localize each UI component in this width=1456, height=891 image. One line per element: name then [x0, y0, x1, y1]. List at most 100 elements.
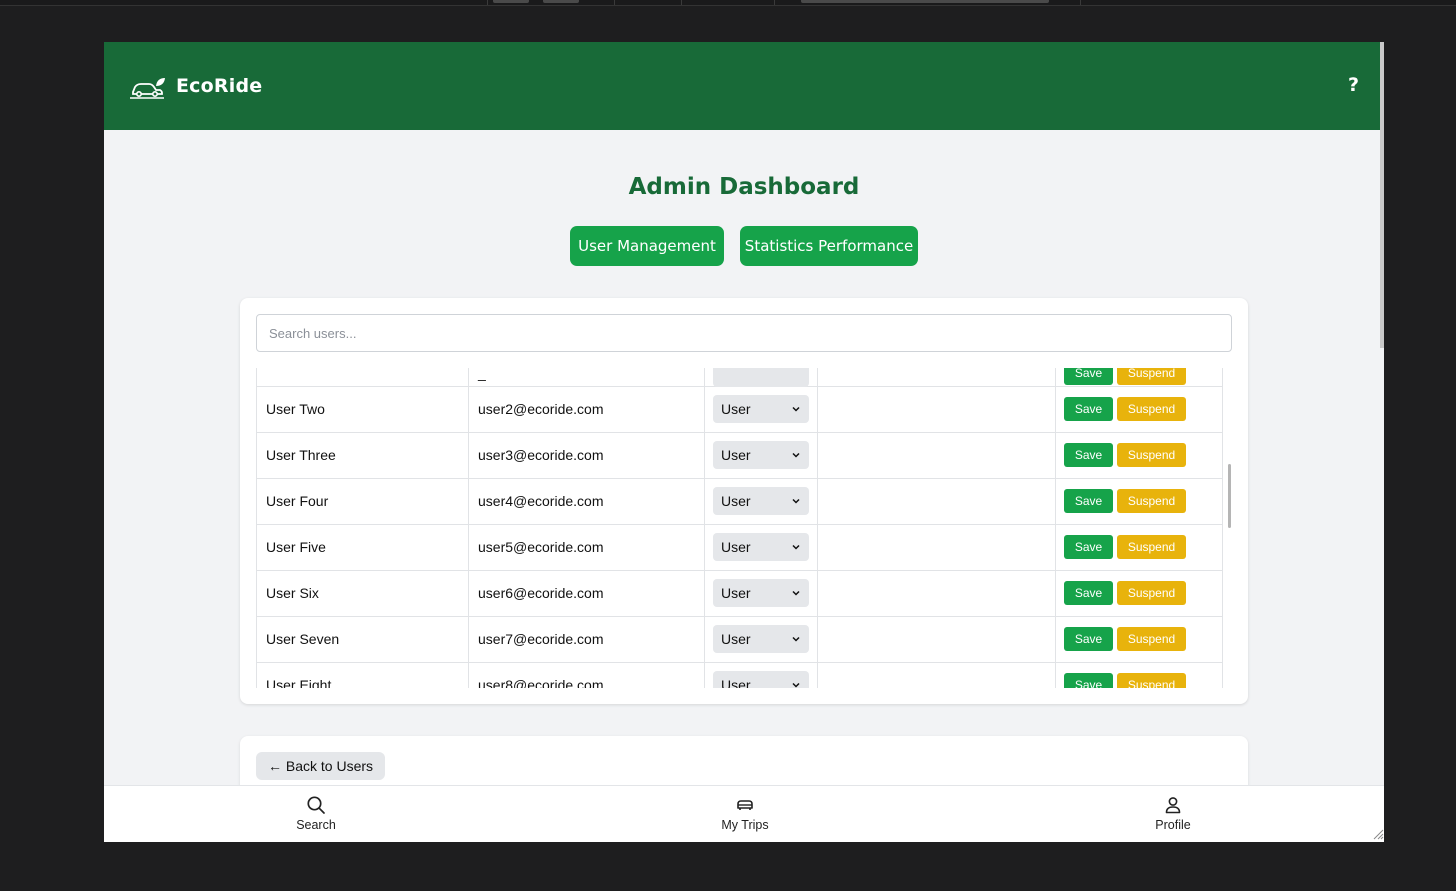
- role-cell: User: [704, 616, 817, 662]
- row-actions: Save Suspend: [1055, 570, 1223, 616]
- bottom-nav: Search My Trips Profile: [104, 785, 1384, 842]
- nav-item-search[interactable]: Search: [256, 786, 376, 842]
- user-email: user8@ecoride.com: [468, 662, 704, 688]
- user-name: User Eight: [256, 662, 468, 688]
- empty-cell: [817, 386, 1055, 432]
- row-actions: Save Suspend: [1055, 662, 1223, 688]
- role-value: User: [721, 401, 751, 417]
- suspend-button[interactable]: Suspend: [1117, 443, 1186, 467]
- user-name: User Five: [256, 524, 468, 570]
- help-button[interactable]: ?: [1348, 74, 1359, 96]
- user-name: User Four: [256, 478, 468, 524]
- empty-cell: [817, 662, 1055, 688]
- user-email: user4@ecoride.com: [468, 478, 704, 524]
- tab-user-management[interactable]: User Management: [570, 226, 724, 266]
- role-select[interactable]: User: [713, 487, 809, 515]
- chevron-down-icon: [792, 452, 800, 458]
- role-select[interactable]: User: [713, 533, 809, 561]
- suspend-button[interactable]: Suspend: [1117, 673, 1186, 688]
- app-name[interactable]: EcoRide: [176, 75, 262, 97]
- save-button[interactable]: Save: [1064, 673, 1113, 688]
- user-email: user2@ecoride.com: [468, 386, 704, 432]
- role-cell: User: [704, 662, 817, 688]
- strip-address: [801, 0, 1049, 3]
- strip-divider: [487, 0, 488, 5]
- empty-cell: [817, 616, 1055, 662]
- user-name: User Seven: [256, 616, 468, 662]
- back-to-users-button[interactable]: ← Back to Users: [256, 752, 386, 780]
- empty-cell: [817, 570, 1055, 616]
- role-cell: User: [704, 524, 817, 570]
- suspend-button[interactable]: Suspend: [1117, 489, 1186, 513]
- role-select[interactable]: [704, 368, 817, 387]
- role-select[interactable]: User: [713, 671, 809, 688]
- role-select[interactable]: User: [713, 625, 809, 653]
- table-row: User Seven user7@ecoride.com User Save S…: [256, 616, 1223, 663]
- strip-tab: [493, 0, 529, 3]
- suspend-button[interactable]: Suspend: [1117, 627, 1186, 651]
- user-email: user5@ecoride.com: [468, 524, 704, 570]
- role-value: User: [721, 447, 751, 463]
- user-name: User Three: [256, 432, 468, 478]
- role-cell: User: [704, 432, 817, 478]
- empty-cell: [817, 432, 1055, 478]
- user-email: user6@ecoride.com: [468, 570, 704, 616]
- resize-handle-icon[interactable]: [1372, 828, 1384, 840]
- app-window: EcoRide ? Admin Dashboard User Managemen…: [104, 42, 1384, 842]
- save-button[interactable]: Save: [1064, 443, 1113, 467]
- search-input[interactable]: [256, 314, 1232, 352]
- table-row: User Six user6@ecoride.com User Save Sus…: [256, 570, 1223, 617]
- suspend-button[interactable]: Suspend: [1117, 397, 1186, 421]
- users-table[interactable]: _ Save Suspend User Two user2@ecoride.co…: [256, 368, 1224, 688]
- role-cell: User: [704, 570, 817, 616]
- nav-item-my-trips[interactable]: My Trips: [685, 786, 805, 842]
- role-select[interactable]: User: [713, 441, 809, 469]
- table-scrollbar[interactable]: [1228, 464, 1231, 528]
- strip-divider: [614, 0, 615, 5]
- suspend-button[interactable]: Suspend: [1117, 368, 1186, 385]
- suspend-button[interactable]: Suspend: [1117, 535, 1186, 559]
- save-button[interactable]: Save: [1064, 627, 1113, 651]
- browser-top-strip: [0, 0, 1456, 6]
- save-button[interactable]: Save: [1064, 489, 1113, 513]
- suspend-button[interactable]: Suspend: [1117, 581, 1186, 605]
- user-email: _: [468, 368, 704, 386]
- row-actions: Save Suspend: [1055, 368, 1223, 386]
- nav-item-profile[interactable]: Profile: [1113, 786, 1233, 842]
- nav-label: Profile: [1155, 818, 1191, 832]
- empty-cell: [817, 368, 1055, 386]
- role-select[interactable]: User: [713, 395, 809, 423]
- user-name: [256, 368, 468, 386]
- user-email: user3@ecoride.com: [468, 432, 704, 478]
- role-value: User: [721, 493, 751, 509]
- save-button[interactable]: Save: [1064, 397, 1113, 421]
- table-row: User Four user4@ecoride.com User Save Su…: [256, 478, 1223, 525]
- row-actions: Save Suspend: [1055, 432, 1223, 478]
- role-select[interactable]: User: [713, 579, 809, 607]
- table-row: _ Save Suspend: [256, 368, 1223, 387]
- role-value: User: [721, 677, 751, 688]
- tab-statistics-performance[interactable]: Statistics Performance: [740, 226, 918, 266]
- row-actions: Save Suspend: [1055, 616, 1223, 662]
- role-value: User: [721, 585, 751, 601]
- save-button[interactable]: Save: [1064, 581, 1113, 605]
- chevron-down-icon: [792, 544, 800, 550]
- save-button[interactable]: Save: [1064, 368, 1113, 385]
- role-value: User: [721, 631, 751, 647]
- nav-label: Search: [296, 818, 336, 832]
- chevron-down-icon: [792, 636, 800, 642]
- role-value: User: [721, 539, 751, 555]
- table-row: User Three user3@ecoride.com User Save S…: [256, 432, 1223, 479]
- car-icon: [737, 800, 753, 810]
- user-email: user7@ecoride.com: [468, 616, 704, 662]
- role-cell: User: [704, 386, 817, 432]
- chevron-down-icon: [792, 498, 800, 504]
- table-row: User Eight user8@ecoride.com User Save S…: [256, 662, 1223, 688]
- user-name: User Six: [256, 570, 468, 616]
- page-title: Admin Dashboard: [628, 174, 860, 200]
- nav-label: My Trips: [721, 818, 769, 832]
- save-button[interactable]: Save: [1064, 535, 1113, 559]
- chevron-down-icon: [792, 682, 800, 688]
- row-actions: Save Suspend: [1055, 386, 1223, 432]
- strip-divider: [681, 0, 682, 5]
